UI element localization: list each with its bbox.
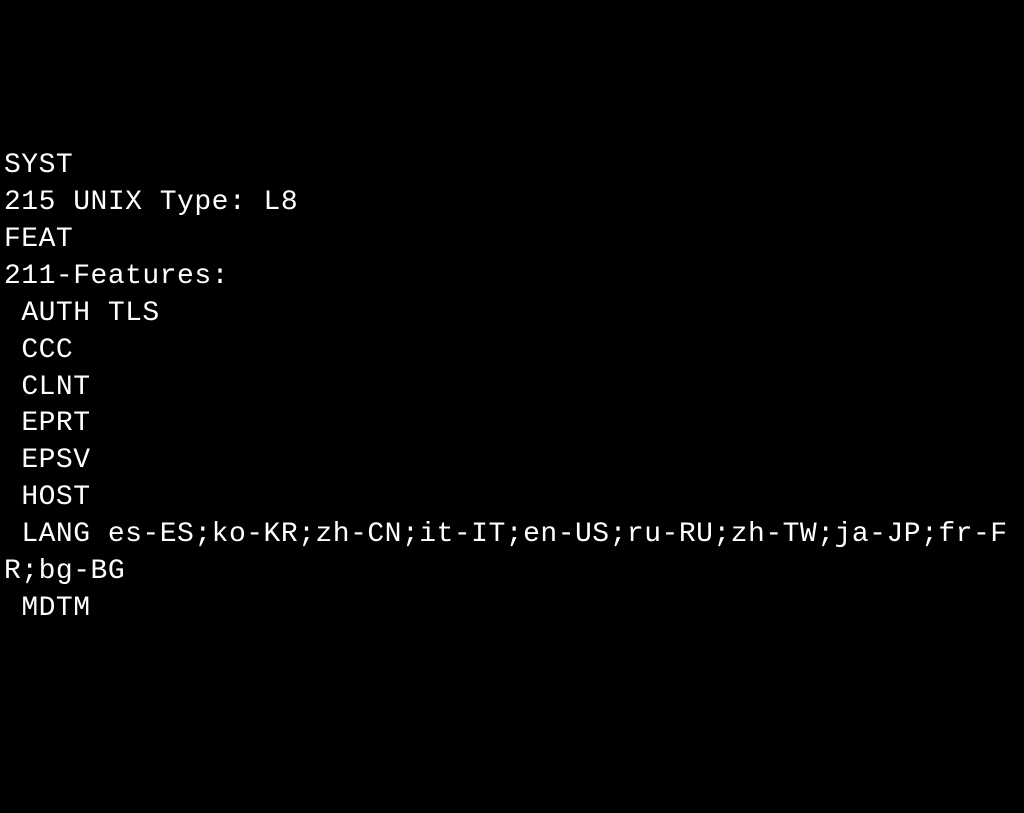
terminal-line: 211-Features: <box>4 261 229 292</box>
terminal-line: LANG es-ES;ko-KR;zh-CN;it-IT;en-US;ru-RU… <box>4 519 1008 587</box>
terminal-line: EPSV <box>4 445 91 476</box>
terminal-line: 215 UNIX Type: L8 <box>4 187 298 218</box>
terminal-line: CCC <box>4 335 73 366</box>
terminal-line: EPRT <box>4 408 91 439</box>
terminal-line: CLNT <box>4 372 91 403</box>
terminal-line: AUTH TLS <box>4 298 160 329</box>
terminal-line: HOST <box>4 482 91 513</box>
terminal-line: FEAT <box>4 224 73 255</box>
terminal-line: SYST <box>4 150 73 181</box>
terminal-line: MDTM <box>4 593 91 624</box>
terminal-output: SYST 215 UNIX Type: L8 FEAT 211-Features… <box>4 148 1020 628</box>
